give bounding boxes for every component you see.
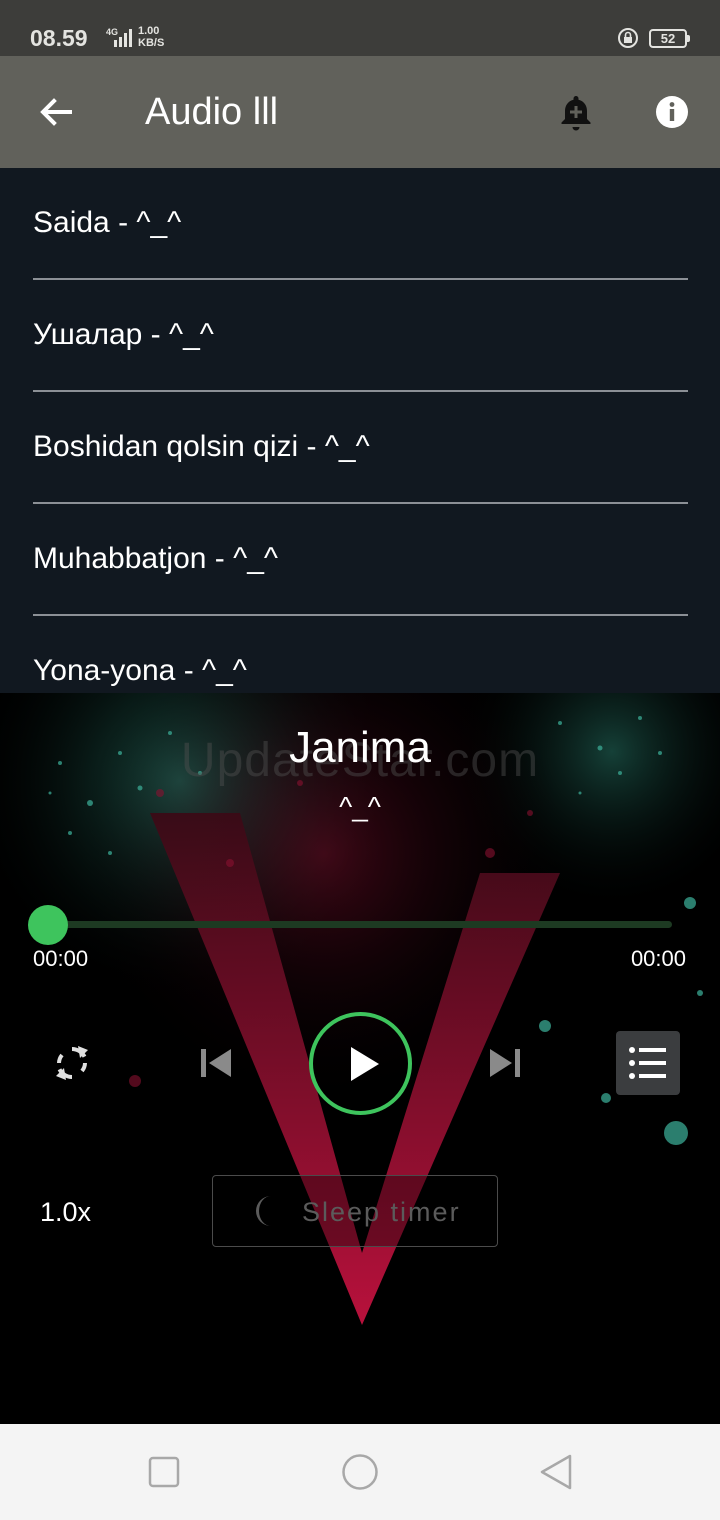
back-arrow-icon[interactable] [36,92,76,132]
current-time: 00:00 [33,946,89,971]
track-label: Boshidan qolsin qizi - ^_^ [33,430,370,463]
song-artist: ^_^ [339,791,381,822]
track-label: Yona-yona - ^_^ [33,654,247,687]
app-bar: Audio lll [0,56,720,168]
play-icon [351,1047,379,1081]
progress-bar[interactable] [48,921,672,928]
track-item[interactable]: Boshidan qolsin qizi - ^_^ [33,392,688,504]
net-speed-unit: KB/S [138,37,165,49]
rotation-lock-icon [618,28,638,48]
battery-indicator: 52 [649,29,690,48]
status-bar: 08.59 4G 1.00 KB/S 52 [0,0,720,56]
playback-speed[interactable]: 1.0x [40,1197,91,1228]
total-time: 00:00 [630,946,686,971]
moon-icon [256,1196,271,1226]
net-speed-value: 1.00 [138,25,160,37]
song-title: Janima [289,723,431,772]
net-speed: 1.00 KB/S [138,25,164,49]
info-icon[interactable] [652,92,692,132]
progress-thumb[interactable] [28,905,68,945]
playlist-button[interactable] [616,1031,680,1095]
now-playing-panel: UpdateStar.com Janima ^_^ 00:00 00:00 1.… [0,693,720,1424]
track-label: Saida - ^_^ [33,206,182,239]
track-item[interactable]: Yona-yona - ^_^ [33,616,688,693]
signal-icon [114,29,132,47]
battery-level: 52 [660,31,676,46]
sleep-timer-button[interactable]: Sleep timer [212,1175,498,1247]
track-label: Ушалар - ^_^ [33,318,214,351]
track-item[interactable]: Ушалар - ^_^ [33,280,688,392]
next-icon[interactable] [485,1041,525,1085]
track-item[interactable]: Saida - ^_^ [33,168,688,280]
play-button[interactable] [309,1012,412,1115]
track-label: Muhabbatjon - ^_^ [33,542,278,575]
sleep-timer-label: Sleep timer [302,1197,461,1227]
system-nav-bar [0,1424,720,1520]
back-icon[interactable] [538,1453,574,1491]
page-title: Audio lll [145,91,279,133]
track-list[interactable]: Saida - ^_^ Ушалар - ^_^ Boshidan qolsin… [0,168,720,693]
add-alarm-bell-icon[interactable] [556,92,596,132]
previous-icon[interactable] [196,1041,236,1085]
home-icon[interactable] [341,1453,379,1491]
recent-apps-icon[interactable] [148,1456,180,1488]
status-time: 08.59 [30,25,88,51]
track-item[interactable]: Muhabbatjon - ^_^ [33,504,688,616]
playlist-icon [629,1047,666,1079]
repeat-icon[interactable] [50,1041,94,1085]
